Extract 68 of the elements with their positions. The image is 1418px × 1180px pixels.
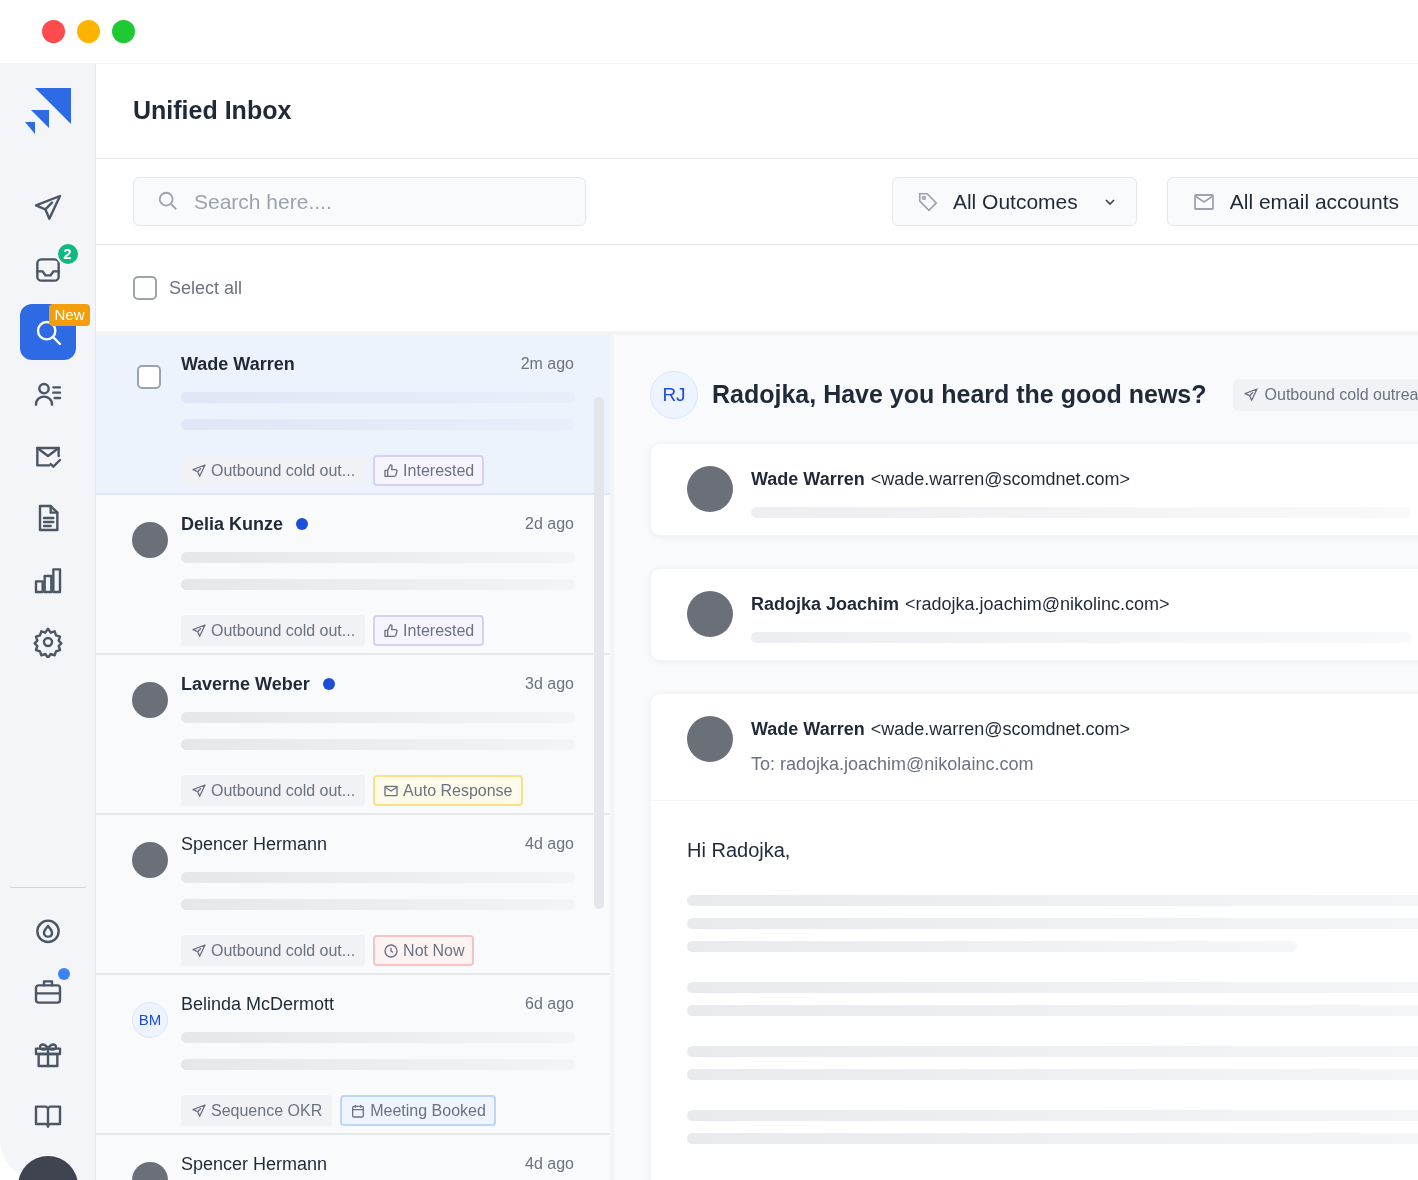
tag-icon — [916, 190, 939, 213]
sequence-name: Outbound cold outrea — [1264, 385, 1418, 405]
sender-email: <wade.warren@scomdnet.com> — [870, 468, 1131, 491]
thumbs-up-icon — [383, 462, 400, 479]
outcome-label: Interested — [403, 460, 475, 481]
count-badge: 2 — [55, 242, 80, 266]
paper-plane-icon — [191, 782, 207, 799]
outcome-label: Auto Response — [403, 780, 513, 801]
message-time: 2m ago — [520, 354, 574, 374]
email-card[interactable]: Radojka Joachim <radojka.joachim@nikolinc.com> — [650, 568, 1418, 661]
contact-name: Spencer Hermann — [181, 832, 328, 856]
initials-avatar: BM — [132, 1002, 168, 1038]
sender-name: Wade Warren — [751, 718, 865, 741]
message-row[interactable]: Wade Warren 2m ago Outbound cold out... Interested — [96, 335, 610, 495]
contact-name: Wade Warren — [181, 352, 295, 376]
sender-email: <wade.warren@scomdnet.com> — [870, 718, 1131, 741]
clock-icon — [383, 942, 400, 959]
email-card[interactable]: Wade Warren <wade.warren@scomdnet.com> To: radojka.joachim@nikolainc.com Hi Radojka, — [650, 693, 1418, 1180]
avatar-photo-placeholder — [132, 682, 168, 718]
message-time: 3d ago — [525, 674, 574, 694]
page-title: Unified Inbox — [133, 95, 292, 127]
message-time: 2d ago — [525, 514, 574, 534]
paper-plane-icon — [1242, 387, 1259, 403]
thumbs-up-icon — [383, 622, 400, 639]
sequence-name: Sequence OKR — [211, 1100, 323, 1121]
email-greeting: Hi Radojka, — [687, 838, 792, 863]
settings-icon — [31, 626, 64, 658]
sender-name: Radojka Joachim — [751, 593, 900, 616]
email-card[interactable]: Wade Warren <wade.warren@scomdnet.com> — [650, 443, 1418, 536]
select-all-label: Select all — [169, 276, 243, 300]
outcome-label: Meeting Booked — [370, 1100, 486, 1121]
avatar-photo-placeholder — [687, 466, 733, 512]
select-all-checkbox[interactable] — [133, 276, 157, 300]
sender-name: Wade Warren — [751, 468, 865, 491]
outcome-label: Interested — [403, 620, 475, 641]
avatar-photo-placeholder — [687, 716, 733, 762]
new-badge: New — [49, 304, 90, 326]
paper-plane-icon — [191, 622, 207, 639]
contact-name: Spencer Hermann — [181, 1152, 328, 1176]
contact-name: Belinda McDermott — [181, 992, 335, 1016]
calendar-icon — [350, 1102, 367, 1119]
contact-name: Delia Kunze — [181, 512, 284, 536]
outcome-label: Not Now — [403, 940, 465, 961]
message-time: 4d ago — [525, 1154, 574, 1174]
app-logo — [24, 88, 71, 134]
contact-initials-avatar: RJ — [650, 371, 698, 419]
thread-subject: Radojka, Have you heard the good news? — [712, 379, 1207, 411]
recipient-line: To: radojka.joachim@nikolainc.com — [751, 753, 1035, 776]
row-checkbox[interactable] — [137, 365, 161, 389]
avatar-photo-placeholder — [687, 591, 733, 637]
paper-plane-icon — [191, 1102, 207, 1119]
paper-plane-icon — [191, 462, 207, 479]
message-time: 6d ago — [525, 994, 574, 1014]
avatar-photo-placeholder — [132, 842, 168, 878]
sequence-name: Outbound cold out... — [211, 940, 356, 961]
sequence-name: Outbound cold out... — [211, 460, 356, 481]
scrollbar-thumb[interactable] — [594, 397, 604, 909]
filter-dropdown[interactable]: All email accounts — [1166, 177, 1418, 226]
avatar-photo-placeholder — [132, 522, 168, 558]
search-icon — [157, 190, 179, 212]
message-time: 4d ago — [525, 834, 574, 854]
paper-plane-icon — [191, 942, 207, 959]
contact-name: Laverne Weber — [181, 672, 310, 696]
search-field[interactable]: Search here.... — [133, 177, 586, 226]
sequence-name: Outbound cold out... — [211, 620, 356, 641]
sender-email: <radojka.joachim@nikolinc.com> — [905, 593, 1170, 616]
filter-dropdown[interactable]: All Outcomes — [891, 177, 1137, 226]
sequence-name: Outbound cold out... — [211, 780, 356, 801]
